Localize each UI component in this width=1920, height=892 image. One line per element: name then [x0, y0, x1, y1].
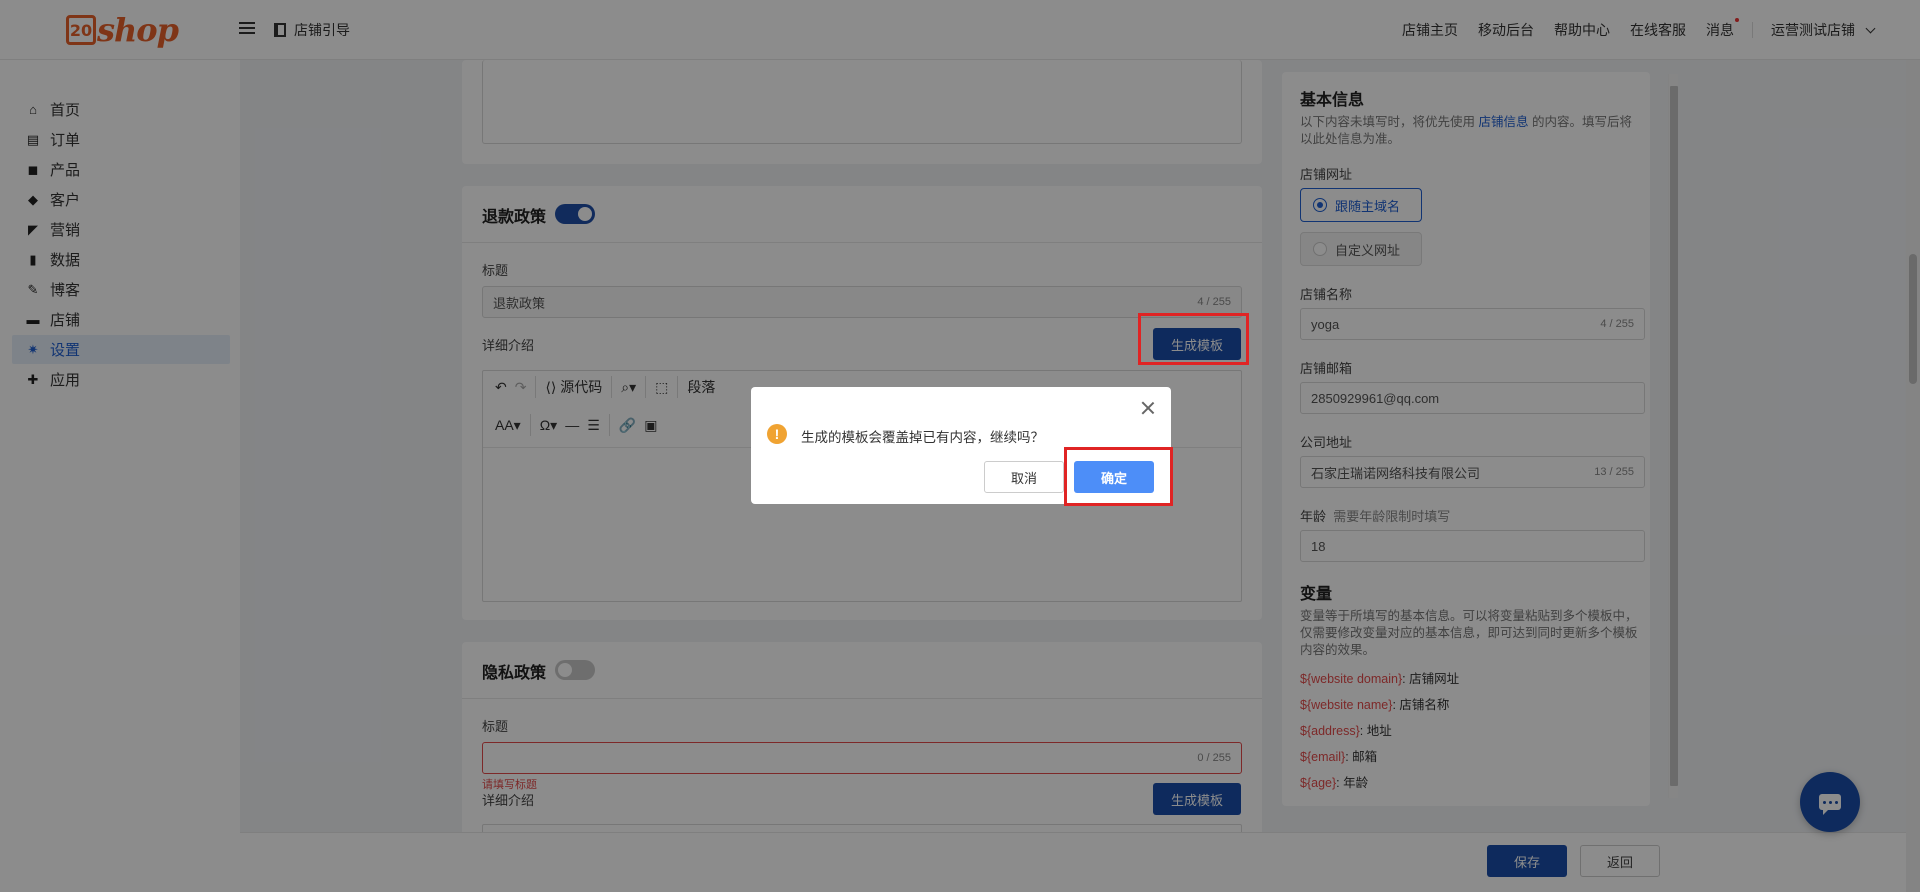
dialog-message: 生成的模板会覆盖掉已有内容，继续吗？ — [801, 430, 1044, 445]
dialog-cancel-button[interactable]: 取消 — [984, 461, 1064, 493]
highlight-box-confirm — [1064, 447, 1173, 506]
warning-icon: ! — [767, 424, 787, 444]
highlight-box-generate-template — [1138, 313, 1249, 365]
close-icon[interactable] — [1141, 401, 1155, 415]
